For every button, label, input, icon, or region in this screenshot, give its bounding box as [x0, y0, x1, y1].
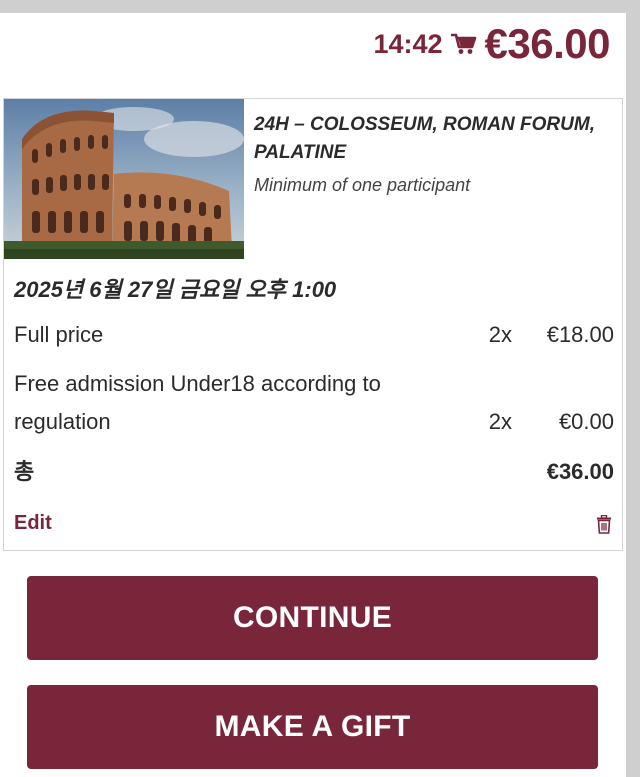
- price-line-quantity: 2x: [488, 322, 512, 347]
- item-total-amount: €36.00: [546, 459, 614, 484]
- make-a-gift-button[interactable]: MAKE A GIFT: [27, 685, 598, 769]
- price-line: Free admission Under18 according to regu…: [14, 365, 614, 441]
- cart-header: 14:42 €36.00: [373, 13, 610, 75]
- price-line-amount: €18.00: [546, 322, 614, 347]
- item-total-label: 총: [14, 459, 35, 484]
- price-line: Full price 2x €18.00: [14, 316, 614, 354]
- cart-total-price: €36.00: [484, 20, 611, 67]
- price-line-label: Free admission Under18 according to regu…: [14, 371, 381, 434]
- trash-icon[interactable]: [596, 515, 612, 534]
- booking-date: 2025년 6월 27일 금요일 오후 1:00: [14, 277, 337, 302]
- colosseum-photo: [4, 99, 244, 259]
- price-line-quantity: 2x: [488, 409, 512, 434]
- session-timer: 14:42: [373, 28, 443, 59]
- tour-subtitle: Minimum of one participant: [254, 175, 471, 195]
- continue-button[interactable]: CONTINUE: [27, 576, 598, 660]
- edit-link[interactable]: Edit: [14, 512, 52, 535]
- shopping-cart-icon[interactable]: [450, 33, 477, 55]
- price-line-label: Full price: [14, 322, 104, 347]
- cart-item-card: 24h – COLOSSEUM, ROMAN FORUM, PALATINE M…: [3, 98, 623, 551]
- cart-panel: 14:42 €36.00 24H – COLOSSEUM, ROMAN FORU…: [0, 13, 626, 777]
- item-total-row: 총 €36.00: [14, 453, 614, 491]
- tour-title: 24h – COLOSSEUM, ROMAN FORUM, PALATINE: [254, 114, 595, 163]
- price-line-amount: €0.00: [558, 409, 614, 434]
